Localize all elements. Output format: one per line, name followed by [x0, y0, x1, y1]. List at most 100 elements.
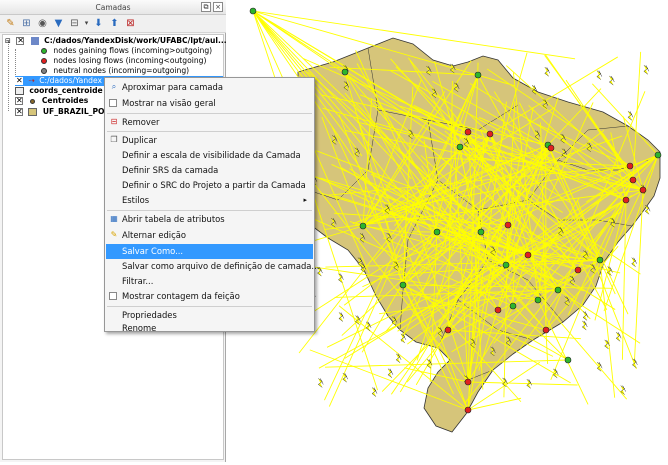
gray-dot-icon [41, 68, 47, 74]
menu-item-save-as[interactable]: Salvar Como... [106, 244, 313, 259]
flow-arrow [545, 67, 550, 76]
legend-item: nodes gaining flows (incoming>outgoing) [41, 46, 212, 56]
tree-connector [8, 41, 9, 111]
gain-node-marker [342, 69, 348, 75]
menu-item-toggle-editing[interactable]: ✎ Alternar edição [106, 228, 313, 243]
menu-item-show-feature-count[interactable]: Mostrar contagem da feição [106, 289, 313, 304]
float-panel-button[interactable]: ⧉ [201, 2, 211, 12]
gain-node-marker [565, 357, 571, 363]
loss-node-marker [640, 187, 646, 193]
flow-arrow [632, 359, 637, 368]
add-group-icon[interactable]: ⊞ [20, 17, 33, 30]
menu-item-label: Definir SRS da camada [122, 165, 218, 175]
menu-separator [107, 306, 312, 307]
loss-node-marker [505, 222, 511, 228]
gain-node-marker [457, 144, 463, 150]
flow-line-icon: ⇢ [28, 76, 34, 85]
legend-item: neutral nodes (incoming=outgoing) [41, 66, 189, 76]
flow-arrow [616, 332, 621, 341]
menu-item-label: Salvar Como... [122, 246, 183, 256]
remove-layer-icon[interactable]: ⊠ [124, 17, 137, 30]
layer-row[interactable]: coords_centroide [15, 86, 103, 96]
layer-group-path: C:/dados/YandexDisk/work/UFABC/lpt/aul..… [44, 36, 226, 45]
feature-count-checkbox-icon[interactable] [109, 292, 117, 300]
gain-node-marker [510, 303, 516, 309]
layers-toolbar: ✎ ⊞ ◉ ▼ ⊟ ▾ ⬇ ⬆ ⊠ [0, 15, 226, 33]
legend-item: nodes losing flows (incoming<outgoing) [41, 56, 206, 66]
menu-item-properties[interactable]: Propriedades [106, 308, 313, 323]
gain-node-marker [250, 8, 256, 14]
layer-visibility-checkbox[interactable]: ✕ [15, 97, 23, 105]
zoom-layer-icon: ⌕ [109, 82, 119, 92]
gain-node-marker [475, 72, 481, 78]
layer-label: coords_centroide [29, 86, 102, 95]
filter-icon[interactable]: ▼ [52, 17, 65, 30]
layer-visibility-checkbox[interactable]: ✕ [16, 37, 24, 45]
flow-arrow [632, 258, 637, 267]
layer-context-menu: ⌕ Aproximar para camada Mostrar na visão… [104, 77, 315, 332]
menu-item-label: Mostrar contagem da feição [122, 291, 240, 301]
menu-item-filter[interactable]: Filtrar... [106, 274, 313, 289]
flow-arrow [582, 321, 587, 330]
layer-row[interactable]: ✕ Centroides [15, 96, 88, 106]
flow-arrow [583, 311, 588, 320]
menu-item-label: Salvar como arquivo de definição de cama… [122, 261, 319, 271]
flow-line [468, 398, 521, 410]
flow-arrow [597, 71, 602, 80]
layer-row[interactable]: ✕ UF_BRAZIL_POP... [15, 107, 117, 117]
menu-item-styles[interactable]: Estilos ▸ [106, 193, 313, 208]
menu-item-rename[interactable]: Renome [106, 323, 313, 333]
menu-item-duplicate[interactable]: ❐ Duplicar [106, 133, 313, 148]
layer-visibility-checkbox[interactable]: ✕ [15, 108, 23, 116]
legend-label: neutral nodes (incoming=outgoing) [53, 66, 189, 75]
loss-node-marker [465, 129, 471, 135]
menu-item-label: Mostrar na visão geral [122, 98, 216, 108]
menu-item-label: Definir o SRC do Projeto a partir da Cam… [122, 180, 306, 190]
menu-item-zoom-to-layer[interactable]: ⌕ Aproximar para camada [106, 80, 313, 95]
loss-node-marker [627, 163, 633, 169]
layer-visibility-checkbox[interactable]: ✕ [15, 77, 23, 85]
eye-manage-icon[interactable]: ◉ [36, 17, 49, 30]
gain-node-marker [555, 287, 561, 293]
loss-node-marker [465, 379, 471, 385]
point-layer-icon [30, 99, 35, 104]
menu-item-open-attribute-table[interactable]: ▦ Abrir tabela de atributos [106, 212, 313, 227]
collapse-icon[interactable]: ⊟ [5, 37, 11, 45]
gain-node-marker [655, 152, 661, 158]
panel-title: Camadas [96, 3, 131, 12]
tree-connector [15, 49, 16, 79]
menu-item-label: Filtrar... [122, 276, 153, 286]
menu-item-label: Abrir tabela de atributos [122, 214, 225, 224]
loss-node-marker [548, 145, 554, 151]
close-panel-button[interactable]: × [213, 2, 223, 12]
loss-node-marker [525, 252, 531, 258]
overview-checkbox-icon[interactable] [109, 99, 117, 107]
flow-arrow [318, 378, 323, 387]
menu-item-set-project-crs[interactable]: Definir o SRC do Projeto a partir da Cam… [106, 178, 313, 193]
flow-arrow [628, 111, 633, 120]
expand-all-icon[interactable]: ⬇ [92, 17, 105, 30]
menu-item-remove[interactable]: ⊟ Remover [106, 115, 313, 130]
flow-arrow [339, 313, 344, 322]
menu-separator [107, 113, 312, 114]
menu-item-set-layer-crs[interactable]: Definir SRS da camada [106, 163, 313, 178]
gain-node-marker [360, 223, 366, 229]
menu-item-show-in-overview[interactable]: Mostrar na visão geral [106, 96, 313, 111]
red-dot-icon [41, 58, 47, 64]
table-layer-icon [15, 87, 24, 95]
menu-item-set-visibility-scale[interactable]: Definir a escala de visibilidade da Cama… [106, 148, 313, 163]
menu-item-save-layer-definition[interactable]: Salvar como arquivo de definição de cama… [106, 259, 313, 274]
pencil-icon: ✎ [109, 230, 119, 240]
layer-group-row[interactable]: ⊟ ✕ C:/dados/YandexDisk/work/UFABC/lpt/a… [5, 36, 227, 46]
paint-style-icon[interactable]: ✎ [4, 17, 17, 30]
gain-node-marker [478, 229, 484, 235]
gain-node-marker [434, 229, 440, 235]
menu-item-label: Estilos [122, 195, 149, 205]
flow-arrow [343, 373, 348, 382]
table-icon: ▦ [109, 214, 119, 224]
loss-node-marker [495, 307, 501, 313]
menu-item-label: Definir a escala de visibilidade da Cama… [122, 150, 301, 160]
loss-node-marker [575, 267, 581, 273]
collapse-all-icon[interactable]: ⬆ [108, 17, 121, 30]
gain-node-marker [503, 262, 509, 268]
